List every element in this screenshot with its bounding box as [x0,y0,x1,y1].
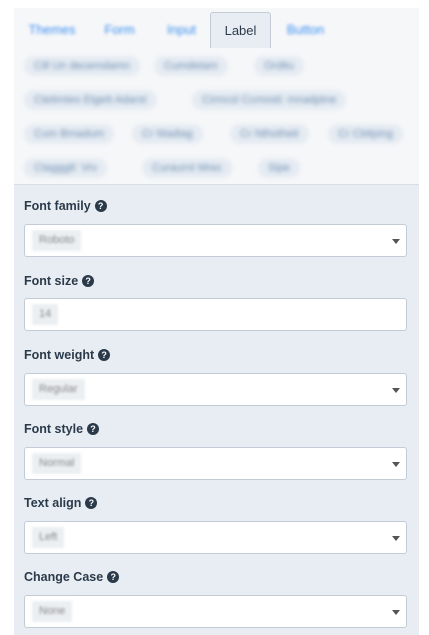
chip[interactable]: Cirmcsl Ccmosti: mnadptne [192,90,347,110]
chip[interactable]: Orditu [254,56,304,76]
tab-input[interactable]: Input [154,12,209,48]
style-preset-chips: Cill Un decemdamn Cumdetam Orditu Ctetim… [14,48,419,184]
chip[interactable]: Cumdetam [154,56,228,76]
label-settings-form: Font family? Roboto Font size? 14 Font w… [14,184,419,635]
font-size-input[interactable]: 14 [24,298,407,331]
text-align-value: Left [32,527,65,548]
change-case-value: None [32,601,73,622]
change-case-label: Change Case? [24,570,120,584]
chip[interactable]: Cr Nthotheti [230,124,309,144]
chevron-down-icon [392,239,400,244]
tab-label[interactable]: Label [210,12,271,48]
chevron-down-icon [392,388,400,393]
settings-panel: Themes Form Input Label Button Cill Un d… [14,8,419,635]
text-align-label: Text align? [24,496,98,510]
help-icon[interactable]: ? [82,275,95,287]
text-align-select[interactable]: Left [24,521,407,554]
chevron-down-icon [392,610,400,615]
chip[interactable]: Cill Un decemdamn [24,56,140,76]
chip[interactable]: Ctetimtes Etgett Adarst [24,90,157,110]
font-weight-value: Regular [32,379,85,400]
chevron-down-icon [392,536,400,541]
font-size-label-text: Font size [24,274,79,288]
chip[interactable]: Cr Madiag [132,124,203,144]
font-weight-label-text: Font weight [24,348,95,362]
font-family-label-text: Font family [24,199,91,213]
chevron-down-icon [392,462,400,467]
chip[interactable]: Sipe [258,158,301,178]
help-icon[interactable]: ? [87,423,100,435]
text-align-label-text: Text align [24,496,82,510]
help-icon[interactable]: ? [98,349,111,361]
font-family-label: Font family? [24,199,107,213]
font-weight-select[interactable]: Regular [24,373,407,406]
font-size-label: Font size? [24,274,95,288]
font-weight-label: Font weight? [24,348,111,362]
help-icon[interactable]: ? [94,200,107,212]
tab-button[interactable]: Button [278,12,333,48]
font-style-label-text: Font style [24,422,84,436]
tab-themes[interactable]: Themes [22,12,82,48]
font-family-select[interactable]: Roboto [24,224,407,257]
chip[interactable]: Ctagggtl: Vrv [24,158,108,178]
chip[interactable]: Curaurnt Mrec [142,158,233,178]
chip[interactable]: Cum Bmadum [24,124,115,144]
help-icon[interactable]: ? [85,497,98,509]
tab-bar: Themes Form Input Label Button [14,8,419,48]
tab-form[interactable]: Form [92,12,147,48]
change-case-label-text: Change Case [24,570,104,584]
change-case-select[interactable]: None [24,595,407,628]
font-size-value: 14 [32,304,59,325]
font-family-value: Roboto [32,230,82,251]
font-style-value: Normal [32,453,82,474]
font-style-select[interactable]: Normal [24,447,407,480]
font-style-label: Font style? [24,422,100,436]
help-icon[interactable]: ? [107,571,120,583]
chip[interactable]: Cr Cbitping [328,124,404,144]
